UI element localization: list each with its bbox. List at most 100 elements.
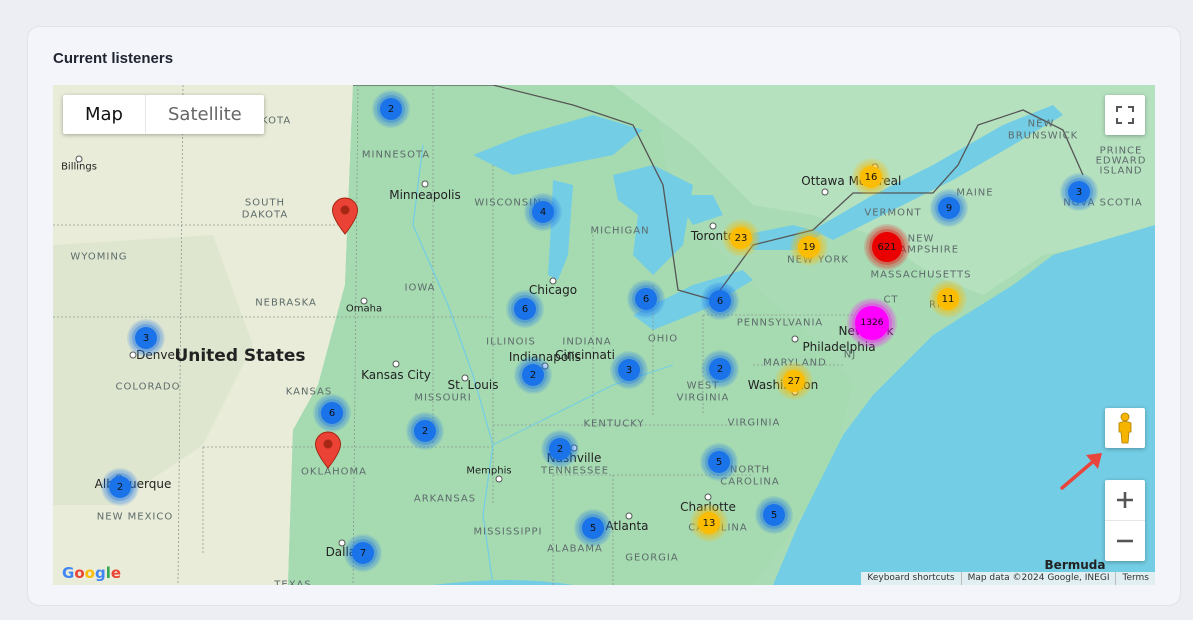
- zoom-control: [1105, 480, 1145, 561]
- zoom-out-button[interactable]: [1105, 521, 1145, 561]
- minus-icon: [1117, 539, 1133, 543]
- state-label-nebraska: NEBRASKA: [255, 297, 317, 309]
- cluster-count: 5: [708, 451, 730, 473]
- listener-cluster[interactable]: 27: [775, 362, 813, 400]
- cluster-count: 1326: [855, 306, 889, 340]
- city-label-billings: Billings: [61, 161, 97, 173]
- pin-oklahoma-marker[interactable]: [314, 431, 342, 474]
- listener-cluster[interactable]: 2: [101, 468, 139, 506]
- listener-map[interactable]: United States DAKOTA MINNESOTA SOUTH DAKOTA W…: [53, 85, 1155, 585]
- cluster-count: 11: [937, 288, 959, 310]
- listener-cluster[interactable]: 23: [722, 219, 760, 257]
- listener-cluster[interactable]: 2: [541, 430, 579, 468]
- listener-cluster[interactable]: 2: [372, 90, 410, 128]
- state-label-new-brunswick-1: NEW: [1027, 118, 1055, 130]
- map-type-satellite-button[interactable]: Satellite: [145, 95, 264, 134]
- google-logo[interactable]: Google: [62, 564, 121, 582]
- city-label-st-louis: St. Louis: [447, 378, 499, 392]
- listener-cluster[interactable]: 5: [574, 509, 612, 547]
- cluster-count: 2: [549, 438, 571, 460]
- keyboard-shortcuts-link[interactable]: Keyboard shortcuts: [861, 572, 962, 585]
- listener-cluster[interactable]: 6: [701, 282, 739, 320]
- state-label-new-mexico: NEW MEXICO: [96, 511, 174, 523]
- map-attribution: Keyboard shortcuts Map data ©2024 Google…: [861, 572, 1155, 585]
- listener-cluster[interactable]: 13: [690, 504, 728, 542]
- state-label-arkansas: ARKANSAS: [413, 493, 477, 505]
- cluster-count: 2: [522, 364, 544, 386]
- fullscreen-button[interactable]: [1105, 95, 1145, 135]
- pin-south-dakota-marker[interactable]: [331, 197, 359, 240]
- listener-cluster[interactable]: 16: [852, 158, 890, 196]
- listener-cluster[interactable]: 6: [506, 290, 544, 328]
- street-view-pegman-button[interactable]: [1105, 408, 1145, 448]
- listener-cluster[interactable]: 11: [929, 280, 967, 318]
- city-label-minneapolis: Minneapolis: [389, 188, 461, 202]
- listener-cluster[interactable]: 621: [864, 224, 910, 270]
- cluster-count: 2: [709, 358, 731, 380]
- zoom-in-button[interactable]: [1105, 480, 1145, 521]
- cluster-count: 23: [730, 227, 752, 249]
- state-label-georgia: GEORGIA: [625, 552, 679, 564]
- city-label-kansas-city: Kansas City: [361, 368, 431, 382]
- map-base: [53, 85, 1155, 585]
- state-label-south-dakota-1: SOUTH: [244, 197, 286, 209]
- listener-cluster[interactable]: 2: [514, 356, 552, 394]
- state-label-west-virginia-2: VIRGINIA: [676, 392, 730, 404]
- state-label-illinois: ILLINOIS: [486, 336, 536, 348]
- city-label-ottawa: Ottawa: [801, 174, 845, 188]
- cluster-count: 6: [321, 402, 343, 424]
- state-label-colorado: COLORADO: [115, 381, 181, 393]
- cluster-count: 621: [872, 232, 902, 262]
- listener-cluster[interactable]: 9: [930, 189, 968, 227]
- state-label-minnesota: MINNESOTA: [361, 149, 431, 161]
- cluster-count: 3: [618, 359, 640, 381]
- listener-cluster[interactable]: 4: [524, 193, 562, 231]
- listener-cluster[interactable]: 6: [313, 394, 351, 432]
- plus-icon: [1117, 492, 1133, 508]
- city-label-cincinnati: Cincinnati: [555, 348, 615, 362]
- listener-cluster[interactable]: 7: [344, 534, 382, 572]
- state-label-pennsylvania: PENNSYLVANIA: [736, 317, 824, 329]
- listener-cluster[interactable]: 1326: [847, 298, 897, 348]
- state-label-texas: TEXAS: [274, 579, 312, 586]
- current-listeners-card: Current listeners United States DAKOTA M…: [27, 26, 1181, 606]
- listener-cluster[interactable]: 2: [701, 350, 739, 388]
- city-dot-ottawa: [821, 188, 829, 196]
- city-dot-minneapolis: [421, 180, 429, 188]
- cluster-count: 4: [532, 201, 554, 223]
- state-label-north-carolina-2: CAROLINA: [720, 476, 780, 488]
- listener-cluster[interactable]: 19: [790, 228, 828, 266]
- cluster-count: 6: [635, 288, 657, 310]
- cluster-count: 2: [380, 98, 402, 120]
- city-dot-philadelphia: [791, 335, 799, 343]
- listener-cluster[interactable]: 5: [755, 496, 793, 534]
- cluster-count: 5: [582, 517, 604, 539]
- state-label-vermont: VERMONT: [864, 207, 922, 219]
- map-pin-icon: [314, 431, 342, 469]
- state-label-missouri: MISSOURI: [414, 392, 472, 404]
- state-label-south-dakota-2: DAKOTA: [241, 209, 289, 221]
- state-label-indiana: INDIANA: [562, 336, 612, 348]
- listener-cluster[interactable]: 3: [127, 319, 165, 357]
- cluster-count: 6: [709, 290, 731, 312]
- listener-cluster[interactable]: 2: [406, 412, 444, 450]
- map-type-map-button[interactable]: Map: [63, 95, 145, 134]
- cluster-count: 3: [1068, 181, 1090, 203]
- cluster-count: 5: [763, 504, 785, 526]
- listener-cluster[interactable]: 6: [627, 280, 665, 318]
- pegman-icon: [1118, 412, 1132, 444]
- city-dot-memphis: [495, 475, 503, 483]
- listener-cluster[interactable]: 5: [700, 443, 738, 481]
- state-label-new-hampshire-1: NEW: [907, 233, 935, 245]
- terms-link[interactable]: Terms: [1116, 572, 1155, 585]
- state-label-iowa: IOWA: [404, 282, 436, 294]
- listener-cluster[interactable]: 3: [610, 351, 648, 389]
- cluster-count: 2: [109, 476, 131, 498]
- cluster-count: 3: [135, 327, 157, 349]
- state-label-virginia: VIRGINIA: [727, 417, 781, 429]
- cluster-count: 19: [798, 236, 820, 258]
- fullscreen-icon: [1116, 106, 1134, 124]
- cluster-count: 27: [783, 370, 805, 392]
- cluster-count: 7: [352, 542, 374, 564]
- listener-cluster[interactable]: 3: [1060, 173, 1098, 211]
